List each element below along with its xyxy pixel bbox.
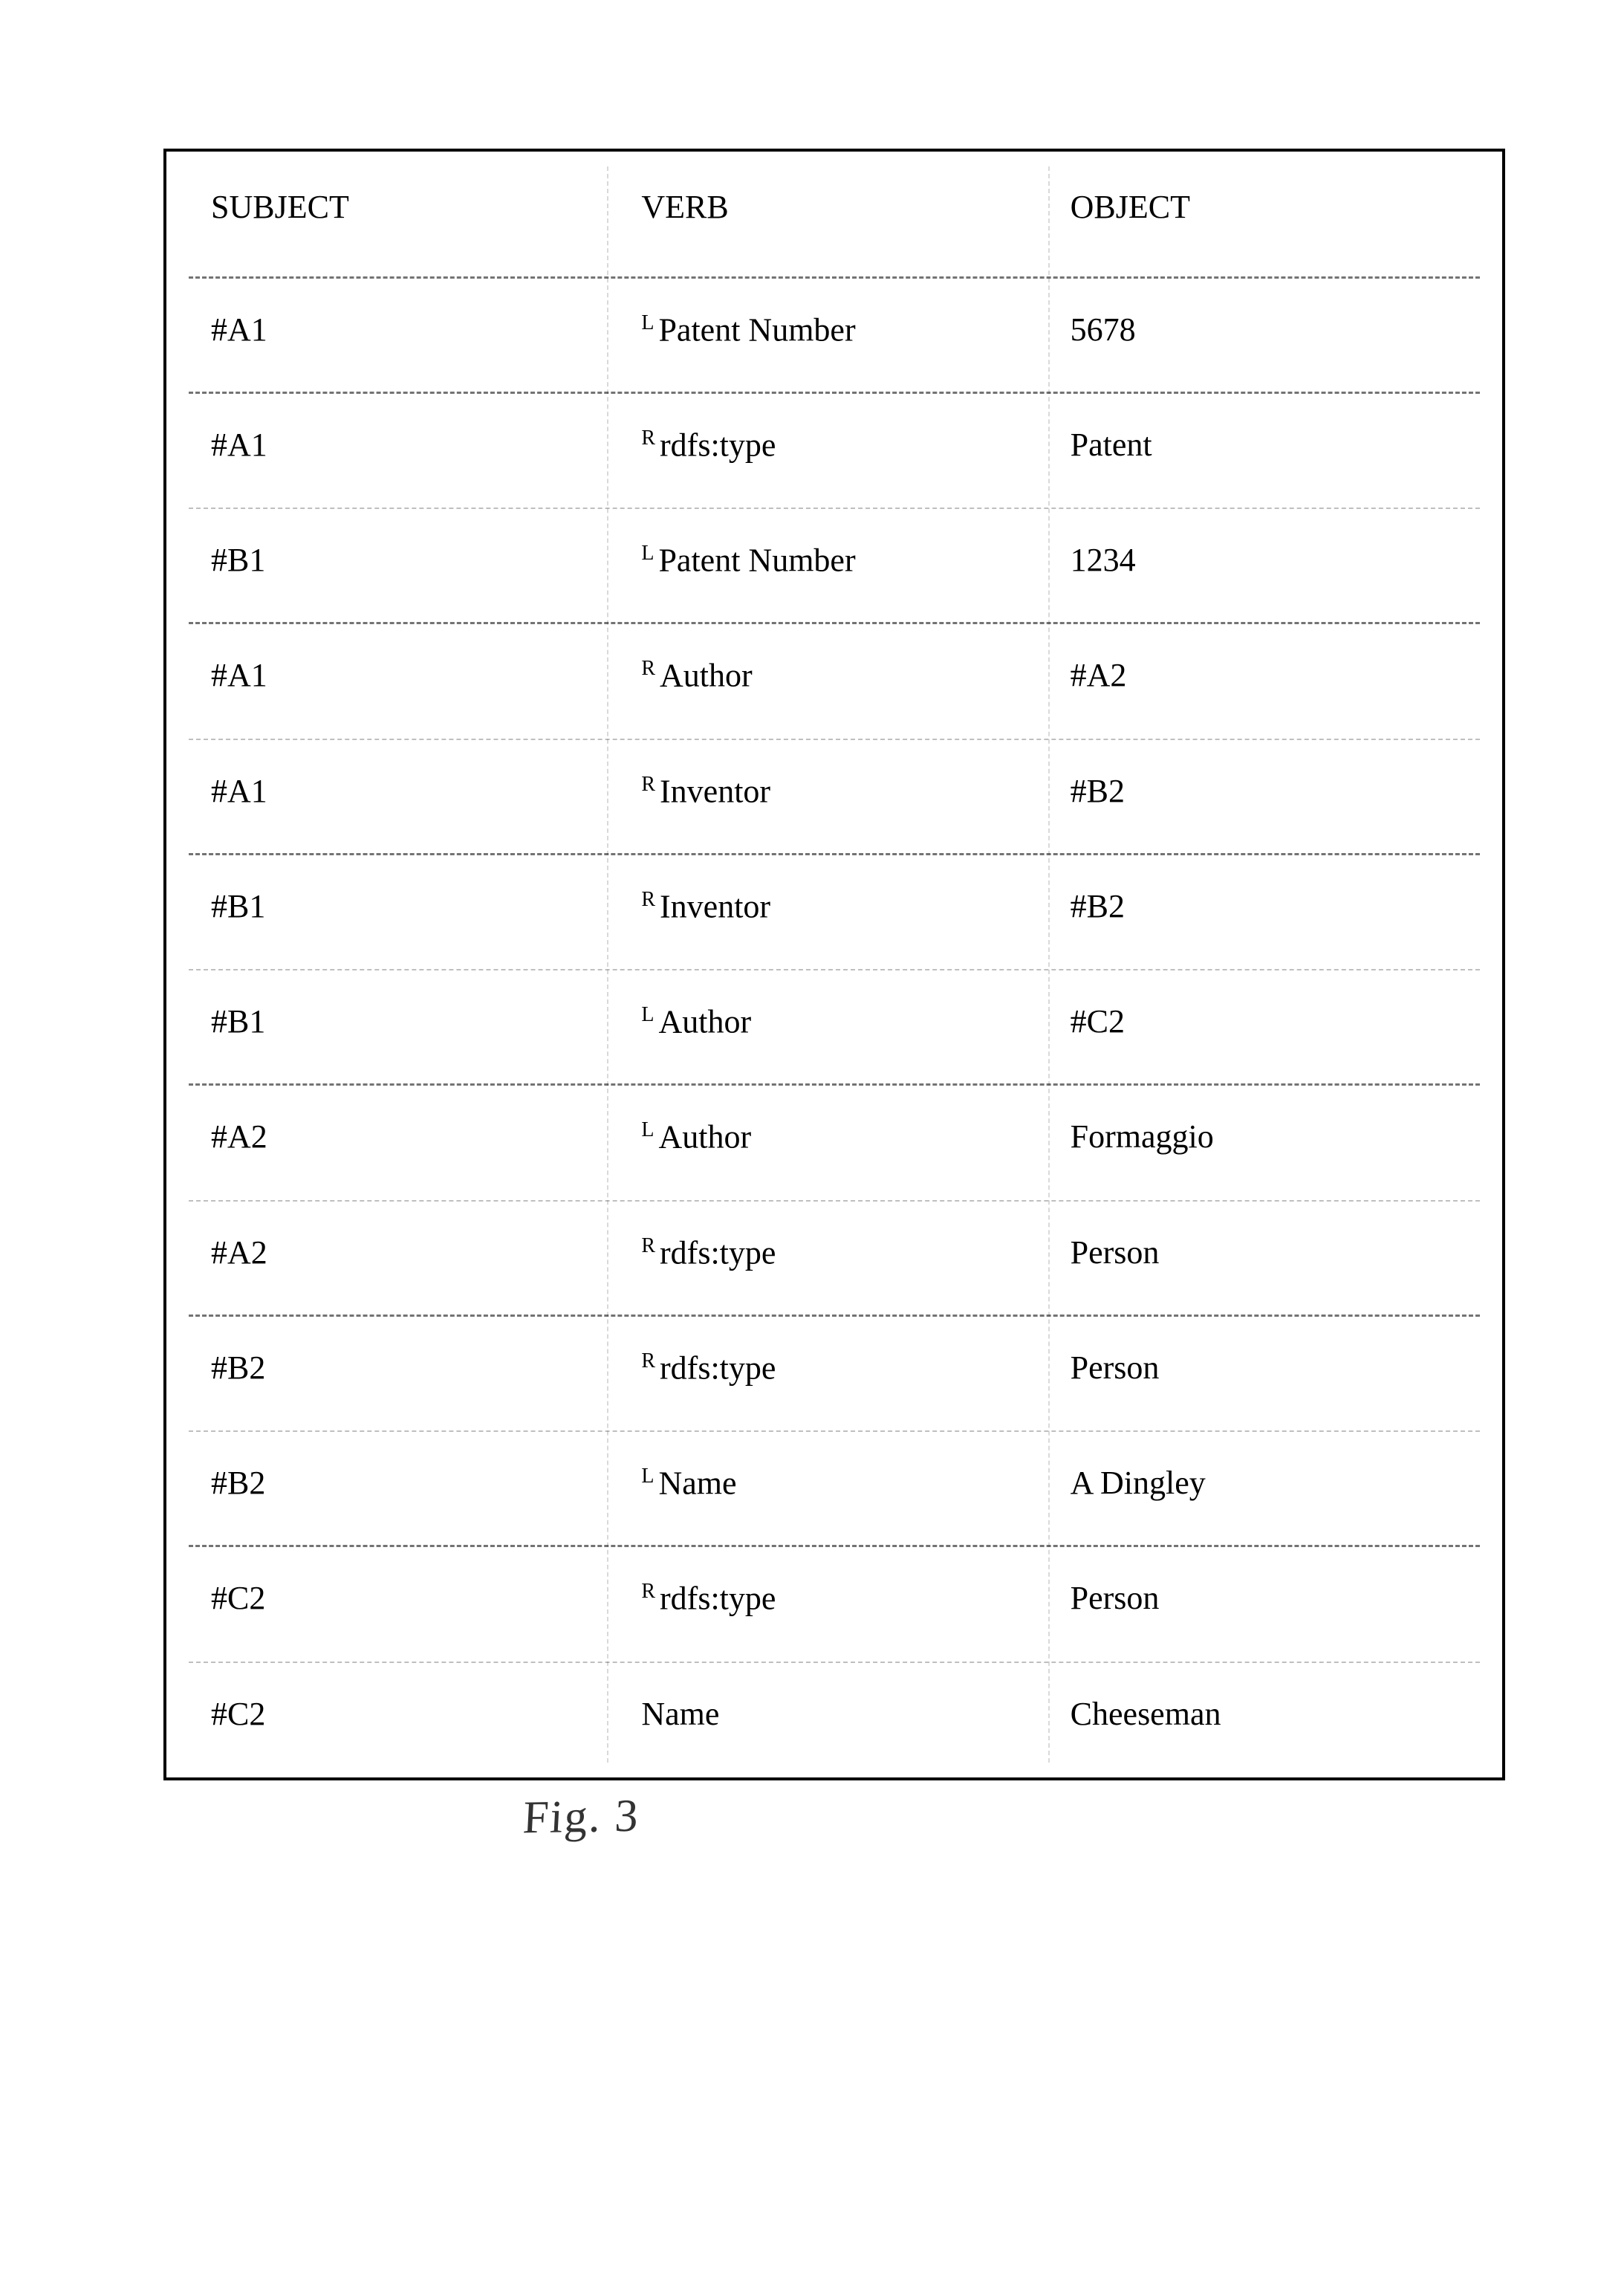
table-row: #A1LPatent Number5678	[166, 279, 1502, 394]
superscript-annotation: L	[641, 311, 654, 334]
superscript-annotation: R	[641, 888, 655, 911]
cell-verb: RInventor	[607, 888, 1048, 926]
cell-verb: LAuthor	[607, 1118, 1048, 1156]
verb-text: Author	[658, 1119, 751, 1155]
table-body: #A1LPatent Number5678#A1Rrdfs:typePatent…	[166, 279, 1502, 1778]
cell-verb: RAuthor	[607, 657, 1048, 695]
cell-verb: Rrdfs:type	[607, 1349, 1048, 1387]
figure-caption: Fig. 3	[522, 1790, 640, 1845]
verb-text: Inventor	[660, 773, 770, 809]
page: SUBJECT VERB OBJECT #A1LPatent Number567…	[0, 0, 1624, 2282]
cell-subject: #A1	[166, 311, 607, 349]
cell-verb: Rrdfs:type	[607, 427, 1048, 464]
table-row: #C2 Name Cheeseman	[166, 1663, 1502, 1778]
cell-subject: #C2	[166, 1696, 607, 1734]
verb-text: rdfs:type	[660, 1581, 776, 1617]
cell-verb: LPatent Number	[607, 311, 1048, 349]
superscript-annotation: L	[641, 1465, 654, 1488]
superscript-annotation: R	[641, 773, 655, 796]
cell-object: Formaggio	[1048, 1118, 1502, 1156]
table-row: #B1RInventor#B2	[166, 855, 1502, 970]
cell-subject: #A2	[166, 1118, 607, 1156]
verb-text: Patent Number	[658, 542, 855, 579]
superscript-annotation: R	[641, 1234, 655, 1257]
table-row: #B2LNameA Dingley	[166, 1432, 1502, 1547]
table-row: #A2LAuthorFormaggio	[166, 1086, 1502, 1201]
cell-subject: #A1	[166, 427, 607, 464]
cell-verb: Rrdfs:type	[607, 1234, 1048, 1272]
cell-object: 1234	[1048, 542, 1502, 580]
verb-text: rdfs:type	[660, 1350, 776, 1387]
superscript-annotation: R	[641, 1580, 655, 1603]
verb-text: rdfs:type	[660, 1234, 776, 1271]
table-frame: SUBJECT VERB OBJECT #A1LPatent Number567…	[163, 149, 1505, 1780]
cell-object: Person	[1048, 1580, 1502, 1618]
cell-subject: #C2	[166, 1580, 607, 1618]
cell-object: #B2	[1048, 888, 1502, 926]
cell-verb: LPatent Number	[607, 542, 1048, 580]
cell-subject: #A2	[166, 1234, 607, 1272]
cell-object: Cheeseman	[1048, 1696, 1502, 1734]
cell-object: Patent	[1048, 427, 1502, 464]
cell-verb: Rrdfs:type	[607, 1580, 1048, 1618]
cell-verb: LName	[607, 1465, 1048, 1503]
table-row: #C2Rrdfs:typePerson	[166, 1547, 1502, 1662]
verb-text: Author	[658, 1004, 751, 1040]
cell-subject: #A1	[166, 773, 607, 811]
header-object: OBJECT	[1048, 189, 1502, 227]
table-row: #B1LPatent Number1234	[166, 509, 1502, 624]
cell-object: #B2	[1048, 773, 1502, 811]
cell-object: A Dingley	[1048, 1465, 1502, 1503]
table-row: #A1RAuthor#A2	[166, 624, 1502, 739]
cell-object: Person	[1048, 1349, 1502, 1387]
superscript-annotation: R	[641, 657, 655, 680]
table-row: #A2Rrdfs:typePerson	[166, 1202, 1502, 1317]
cell-object: #A2	[1048, 657, 1502, 695]
header-verb: VERB	[607, 189, 1048, 227]
superscript-annotation: L	[641, 1118, 654, 1141]
table-header-row: SUBJECT VERB OBJECT	[166, 152, 1502, 279]
cell-subject: #B1	[166, 888, 607, 926]
table-row: #B2Rrdfs:typePerson	[166, 1317, 1502, 1432]
header-subject: SUBJECT	[166, 189, 607, 227]
cell-subject: #B2	[166, 1349, 607, 1387]
cell-verb: Name	[607, 1696, 1048, 1734]
cell-subject: #B2	[166, 1465, 607, 1503]
cell-verb: RInventor	[607, 773, 1048, 811]
superscript-annotation: L	[641, 1003, 654, 1026]
table-row: #B1LAuthor#C2	[166, 970, 1502, 1086]
table-row: #A1Rrdfs:typePatent	[166, 394, 1502, 509]
verb-text: Name	[658, 1465, 736, 1502]
cell-verb: LAuthor	[607, 1003, 1048, 1041]
verb-text: Patent Number	[658, 311, 855, 348]
cell-object: Person	[1048, 1234, 1502, 1272]
cell-subject: #A1	[166, 657, 607, 695]
superscript-annotation: L	[641, 542, 654, 565]
cell-subject: #B1	[166, 1003, 607, 1041]
cell-object: #C2	[1048, 1003, 1502, 1041]
verb-text: rdfs:type	[660, 427, 776, 464]
table-row: #A1RInventor#B2	[166, 740, 1502, 855]
cell-subject: #B1	[166, 542, 607, 580]
superscript-annotation: R	[641, 427, 655, 450]
verb-text: Name	[641, 1696, 719, 1732]
verb-text: Author	[660, 658, 753, 694]
verb-text: Inventor	[660, 889, 770, 925]
superscript-annotation: R	[641, 1349, 655, 1372]
cell-object: 5678	[1048, 311, 1502, 349]
